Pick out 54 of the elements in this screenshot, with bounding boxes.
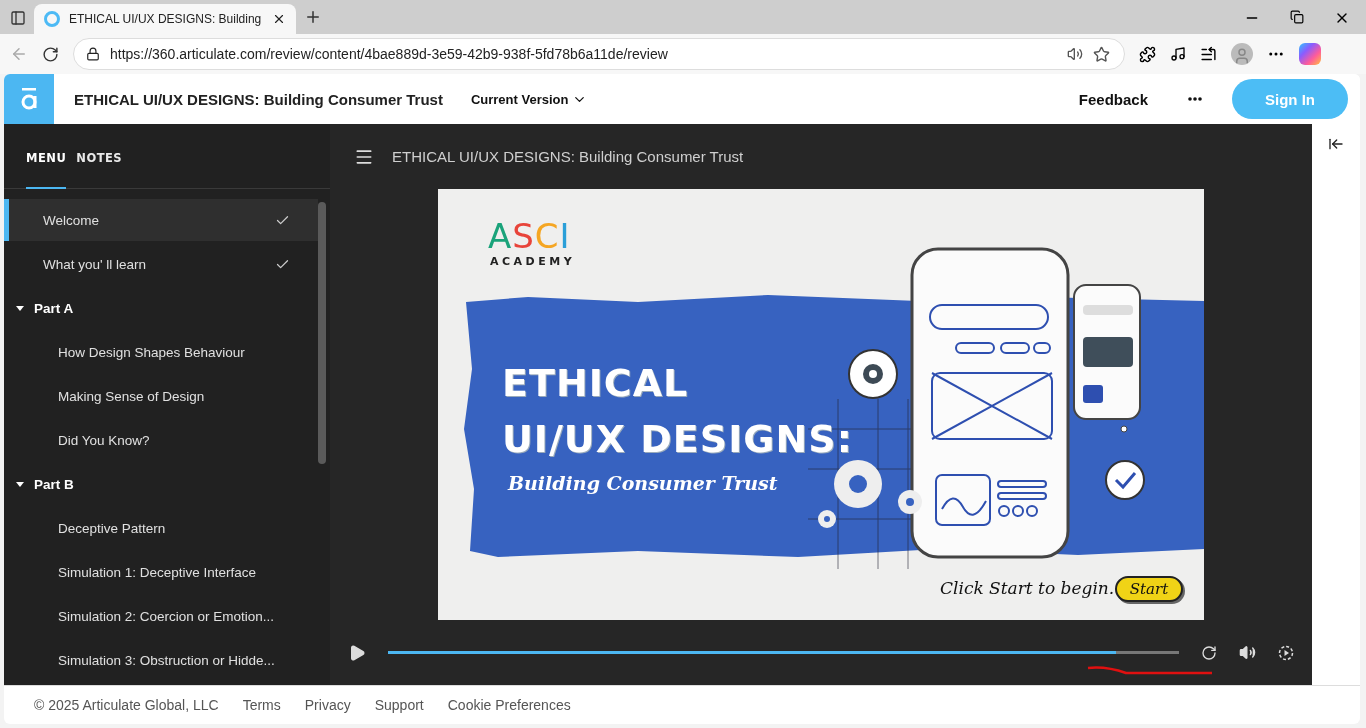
slide-subtitle: Building Consumer Trust <box>508 472 778 494</box>
page-favicon-icon <box>44 11 60 27</box>
playback-speed-icon[interactable] <box>1278 644 1294 661</box>
scrollbar-thumb[interactable] <box>318 202 326 464</box>
menu-item[interactable]: What you' ll learn <box>4 243 318 285</box>
tab-actions-icon[interactable] <box>10 10 26 26</box>
menu-section[interactable]: Part B <box>4 463 330 505</box>
version-dropdown[interactable]: Current Version <box>464 90 594 108</box>
footer-link[interactable]: Privacy <box>304 697 351 713</box>
restore-icon[interactable] <box>1290 10 1304 24</box>
footer-link[interactable]: Support <box>374 697 424 713</box>
new-tab-icon[interactable] <box>304 8 322 26</box>
player-title: ETHICAL UI/UX DESIGNS: Building Consumer Trust <box>392 148 744 165</box>
collapse-panel-icon[interactable] <box>1328 136 1344 152</box>
slide-heading: UI/UX DESIGNS: <box>502 417 853 461</box>
menu-item[interactable]: Simulation 2: Coercion or Emotion... <box>4 595 318 637</box>
favorite-star-icon[interactable] <box>1093 45 1110 63</box>
profile-avatar[interactable] <box>1231 43 1253 65</box>
more-icon <box>1188 97 1202 101</box>
course-title: ETHICAL UI/UX DESIGNS: Building Consumer Trust <box>74 90 443 108</box>
copilot-icon[interactable] <box>1299 43 1321 65</box>
close-icon[interactable] <box>272 12 286 26</box>
menu-item[interactable]: Simulation 3: Obstruction or Hidde... <box>4 639 318 681</box>
menu-item[interactable]: Simulation 1: Deceptive Interface <box>4 551 318 593</box>
logo-wordmark: ASCI <box>488 219 571 253</box>
copyright-text: © 2025 Articulate Global, LLC <box>34 697 219 713</box>
play-icon[interactable] <box>348 643 366 662</box>
menu-item[interactable]: Did You Know? <box>4 419 318 461</box>
slide-heading: ETHICAL <box>502 361 689 405</box>
lock-icon <box>86 47 100 61</box>
start-prompt: Click Start to begin. <box>940 578 1115 598</box>
footer-link[interactable]: Cookie Preferences <box>447 697 571 713</box>
reload-icon[interactable] <box>42 45 59 63</box>
menu-item[interactable]: Deceptive Pattern <box>4 507 318 549</box>
menu-item[interactable]: Welcome <box>4 199 318 241</box>
menu-item[interactable]: Making Sense of Design <box>4 375 318 417</box>
sidebar-tab[interactable]: NOTES <box>76 124 123 189</box>
logo-subtitle: ACADEMY <box>490 255 576 268</box>
extensions-icon[interactable] <box>1139 45 1156 63</box>
favorites-icon[interactable] <box>1200 45 1217 63</box>
media-icon[interactable] <box>1170 46 1186 62</box>
read-aloud-icon[interactable] <box>1067 46 1083 62</box>
browser-tab[interactable]: ETHICAL UI/UX DESIGNS: Building <box>34 4 296 34</box>
address-bar[interactable]: https://360.articulate.com/review/content/4bae889d-3e59-42b9-938f-5fd78b6a11de/review <box>73 38 1125 70</box>
feedback-button[interactable]: Feedback <box>1072 89 1154 109</box>
volume-icon[interactable] <box>1239 644 1256 661</box>
section-label: Part B <box>34 476 74 492</box>
menu-section[interactable]: Part A <box>4 287 330 329</box>
footer-link[interactable]: Terms <box>242 697 281 713</box>
replay-icon[interactable] <box>1201 644 1217 661</box>
section-label: Part A <box>34 300 74 316</box>
start-button[interactable]: Start <box>1115 576 1183 602</box>
sidebar-tab[interactable]: MENU <box>26 124 67 189</box>
menu-item[interactable]: How Design Shapes Behaviour <box>4 331 318 373</box>
